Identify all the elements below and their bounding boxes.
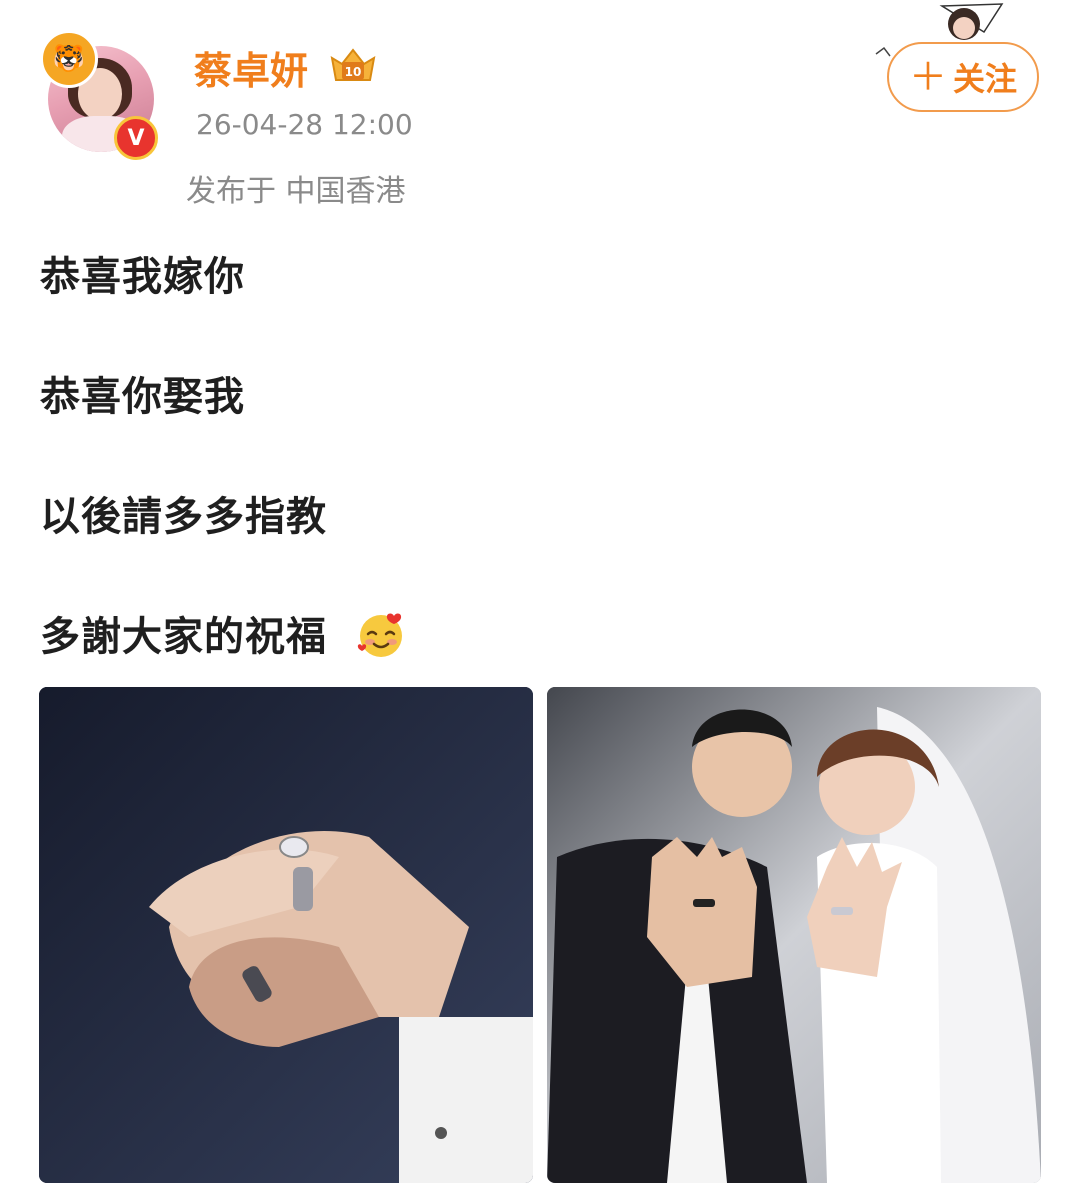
username[interactable]: 蔡卓妍: [194, 40, 308, 95]
wedding-rings-hands-photo[interactable]: [39, 687, 533, 1183]
post-text-line: 恭喜你娶我: [40, 374, 245, 420]
post-timestamp: 26-04-28 12:00: [196, 108, 413, 141]
post-location: 发布于 中国香港: [186, 174, 406, 209]
plus-icon: ＋: [908, 55, 947, 99]
post-text-line: 多謝大家的祝福: [40, 614, 327, 660]
weibo-post: 🐯 V 蔡卓妍 10 26-04-28 12:00 发布于 中国香港 ＋ 关注 …: [0, 0, 1080, 1199]
verified-badge-icon: V: [114, 116, 158, 160]
post-text-line-with-emoji: 多謝大家的祝福: [40, 604, 406, 664]
avatar-container[interactable]: 🐯 V: [40, 30, 170, 160]
tiger-avatar-frame-icon: 🐯: [40, 30, 98, 88]
level-10-crown-icon: 10: [330, 48, 376, 81]
couple-showing-rings-photo[interactable]: [547, 687, 1041, 1183]
photo-2-illustration: [547, 687, 1041, 1183]
follow-button[interactable]: ＋ 关注: [887, 42, 1039, 112]
post-text-line: 以後請多多指教: [40, 494, 327, 540]
follow-label: 关注: [953, 60, 1018, 98]
svg-text:10: 10: [345, 65, 362, 79]
photo-1-illustration: [39, 687, 533, 1183]
post-text-line: 恭喜我嫁你: [40, 254, 245, 300]
smiling-face-with-hearts-emoji: [357, 613, 402, 657]
